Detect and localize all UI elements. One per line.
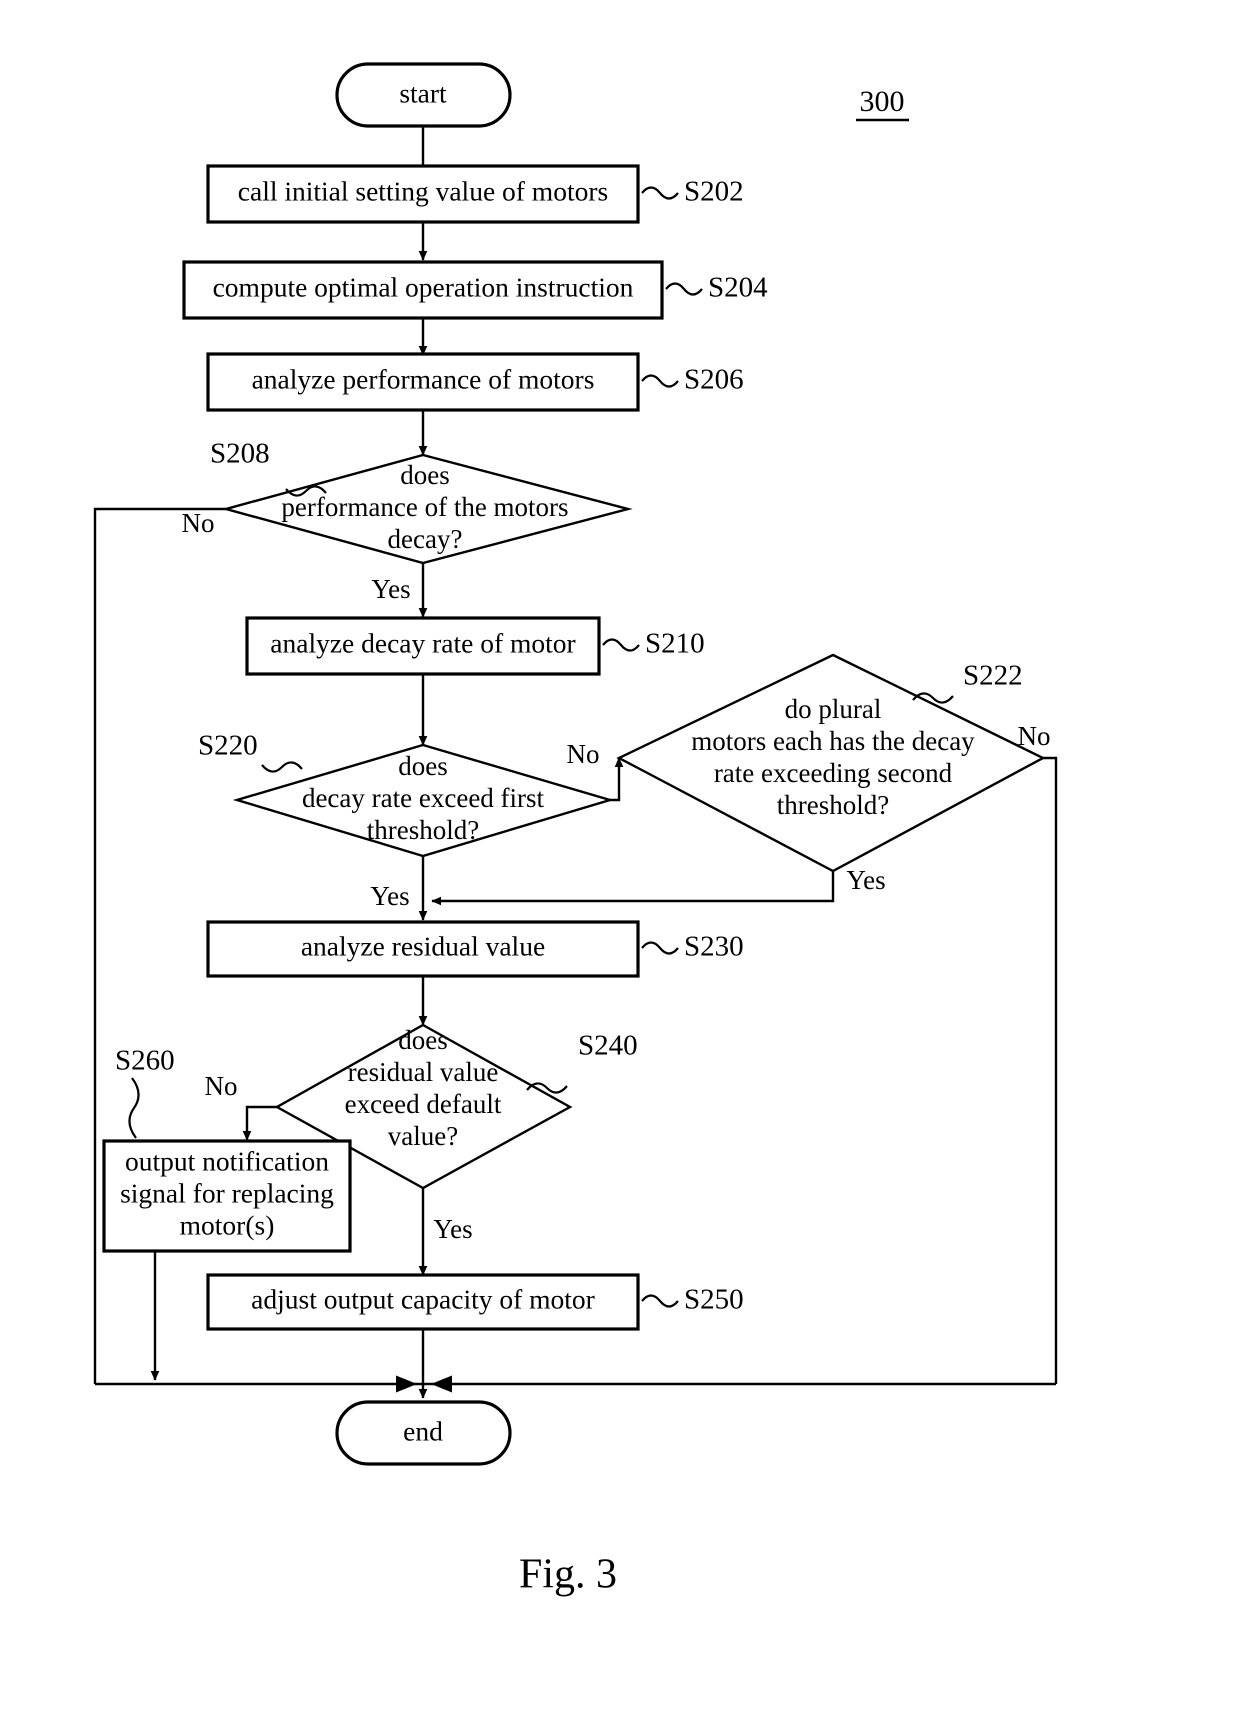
ref-s206: S206 — [684, 364, 744, 396]
ref-s220: S220 — [198, 730, 258, 762]
node-s220-line2: decay rate exceed first — [302, 783, 545, 813]
node-s220-line3: threshold? — [367, 815, 479, 845]
leader-s210 — [602, 638, 640, 652]
ref-s240: S240 — [578, 1030, 638, 1062]
ref-s260: S260 — [115, 1045, 175, 1077]
ref-s204: S204 — [708, 272, 768, 304]
rail-arrow-left — [396, 1375, 417, 1393]
ref-s222: S222 — [963, 660, 1023, 692]
leader-s250 — [641, 1294, 679, 1308]
node-end-label: end — [403, 1415, 443, 1446]
branch-s220-yes: Yes — [370, 881, 409, 911]
branch-s220-no: No — [567, 739, 600, 769]
branch-s208-no: No — [182, 508, 215, 538]
leader-s206 — [641, 374, 679, 388]
node-s240-line1: does — [398, 1025, 448, 1055]
leader-s202 — [641, 186, 679, 200]
branch-s222-no: No — [1018, 721, 1051, 751]
node-s240-line3: exceed default — [345, 1089, 502, 1119]
node-s222-line2: motors each has the decay — [691, 726, 975, 756]
ref-s202: S202 — [684, 176, 744, 208]
connector-s220-no-to-s222 — [610, 757, 624, 802]
branch-s208-yes: Yes — [371, 574, 410, 604]
node-s260-line3: motor(s) — [180, 1209, 275, 1240]
node-s260-line1: output notification — [125, 1145, 329, 1176]
figure-reference-numeral: 300 — [860, 85, 905, 118]
figure-page: start call initial setting value of moto… — [0, 0, 1240, 1734]
connector-s208-no-loop — [93, 507, 226, 1384]
ref-s230: S230 — [684, 931, 744, 963]
connector-s240-no-to-s260 — [242, 1105, 277, 1141]
figure-caption: Fig. 3 — [519, 1552, 617, 1598]
node-s208-line2: performance of the motors — [281, 492, 568, 522]
leader-s230 — [641, 941, 679, 955]
leader-s220 — [261, 761, 303, 773]
ref-s208: S208 — [210, 438, 270, 470]
branch-s240-yes: Yes — [433, 1214, 472, 1244]
connector-s222-no-loop — [1043, 756, 1058, 1384]
flowchart-canvas: start call initial setting value of moto… — [93, 62, 1058, 1598]
node-s220-line1: does — [398, 751, 448, 781]
ref-s250: S250 — [684, 1284, 744, 1316]
leader-s260 — [128, 1077, 140, 1139]
node-s222-line4: threshold? — [777, 790, 889, 820]
ref-s210: S210 — [645, 628, 705, 660]
node-s222-line1: do plural — [785, 694, 882, 724]
node-s206-label: analyze performance of motors — [252, 363, 595, 394]
node-s230-label: analyze residual value — [301, 930, 545, 961]
node-start-label: start — [399, 77, 447, 108]
node-s210-label: analyze decay rate of motor — [270, 627, 575, 658]
node-s204-label: compute optimal operation instruction — [213, 271, 634, 302]
connector-s222-yes-to-merge — [431, 871, 835, 906]
node-s208-line1: does — [400, 460, 450, 490]
branch-s222-yes: Yes — [846, 865, 885, 895]
leader-s204 — [665, 282, 703, 296]
node-s208-line3: decay? — [388, 524, 463, 554]
node-s250-label: adjust output capacity of motor — [251, 1283, 595, 1314]
node-s202-label: call initial setting value of motors — [238, 175, 608, 206]
rail-arrow-right — [431, 1375, 452, 1393]
branch-s240-no: No — [205, 1071, 238, 1101]
node-s222-line3: rate exceeding second — [714, 758, 953, 788]
node-s260-line2: signal for replacing — [120, 1177, 334, 1208]
node-s240-line2: residual value — [348, 1057, 499, 1087]
node-s240-line4: value? — [388, 1121, 458, 1151]
